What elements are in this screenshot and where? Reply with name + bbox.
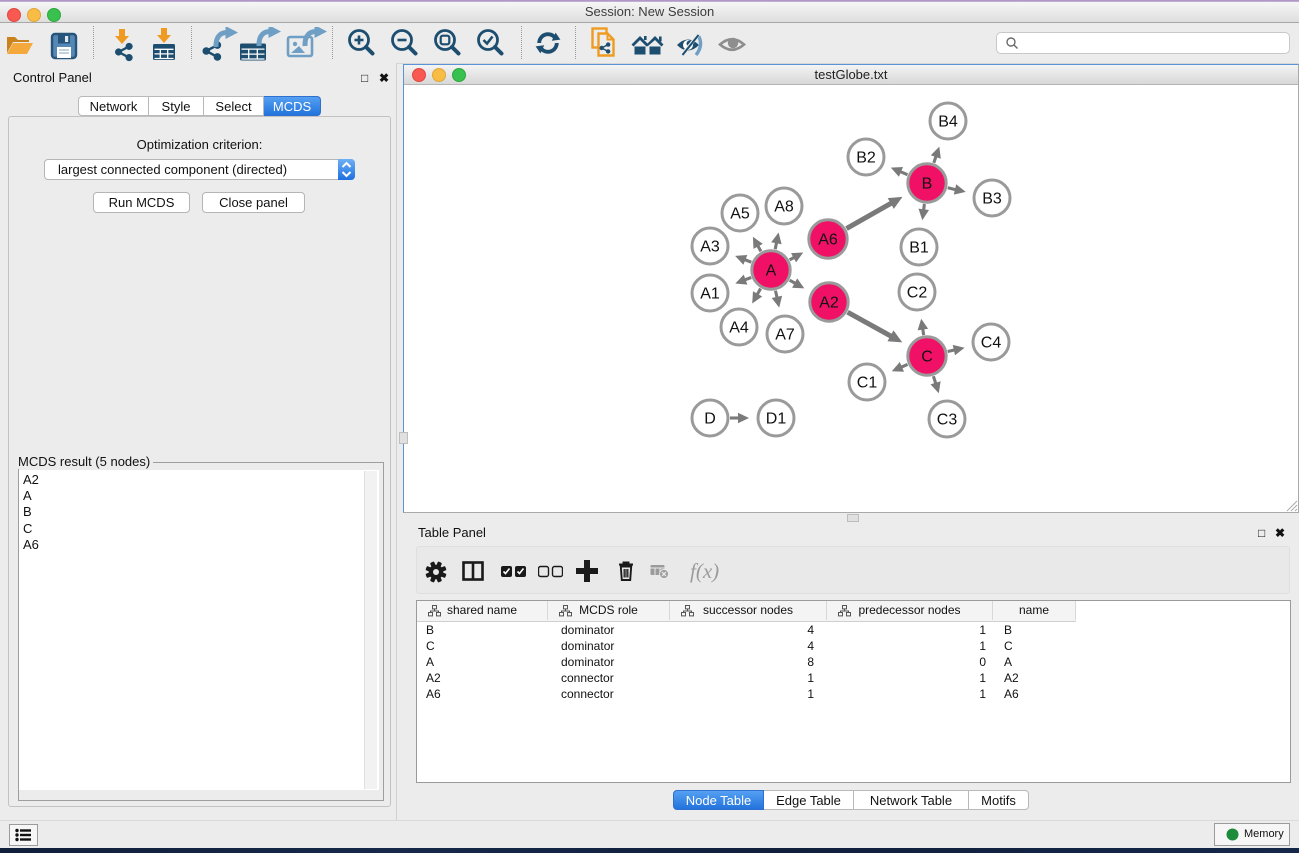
svg-text:B3: B3 (982, 191, 1002, 208)
svg-text:B4: B4 (938, 114, 958, 131)
svg-text:A6: A6 (818, 232, 838, 249)
svg-text:B: B (922, 176, 933, 193)
svg-text:A8: A8 (774, 199, 794, 216)
svg-text:C: C (921, 349, 933, 366)
svg-text:C1: C1 (857, 375, 878, 392)
svg-text:D: D (704, 411, 716, 428)
svg-text:C2: C2 (907, 285, 928, 302)
svg-text:C4: C4 (981, 335, 1002, 352)
svg-text:B1: B1 (909, 240, 929, 257)
svg-text:A4: A4 (729, 320, 749, 337)
svg-text:A2: A2 (819, 295, 839, 312)
svg-text:D1: D1 (766, 411, 787, 428)
svg-text:A7: A7 (775, 327, 795, 344)
svg-text:A1: A1 (700, 286, 720, 303)
svg-text:A3: A3 (700, 239, 720, 256)
svg-text:B2: B2 (856, 150, 876, 167)
svg-text:C3: C3 (937, 412, 958, 429)
svg-text:A: A (766, 263, 777, 280)
svg-text:A5: A5 (730, 206, 750, 223)
